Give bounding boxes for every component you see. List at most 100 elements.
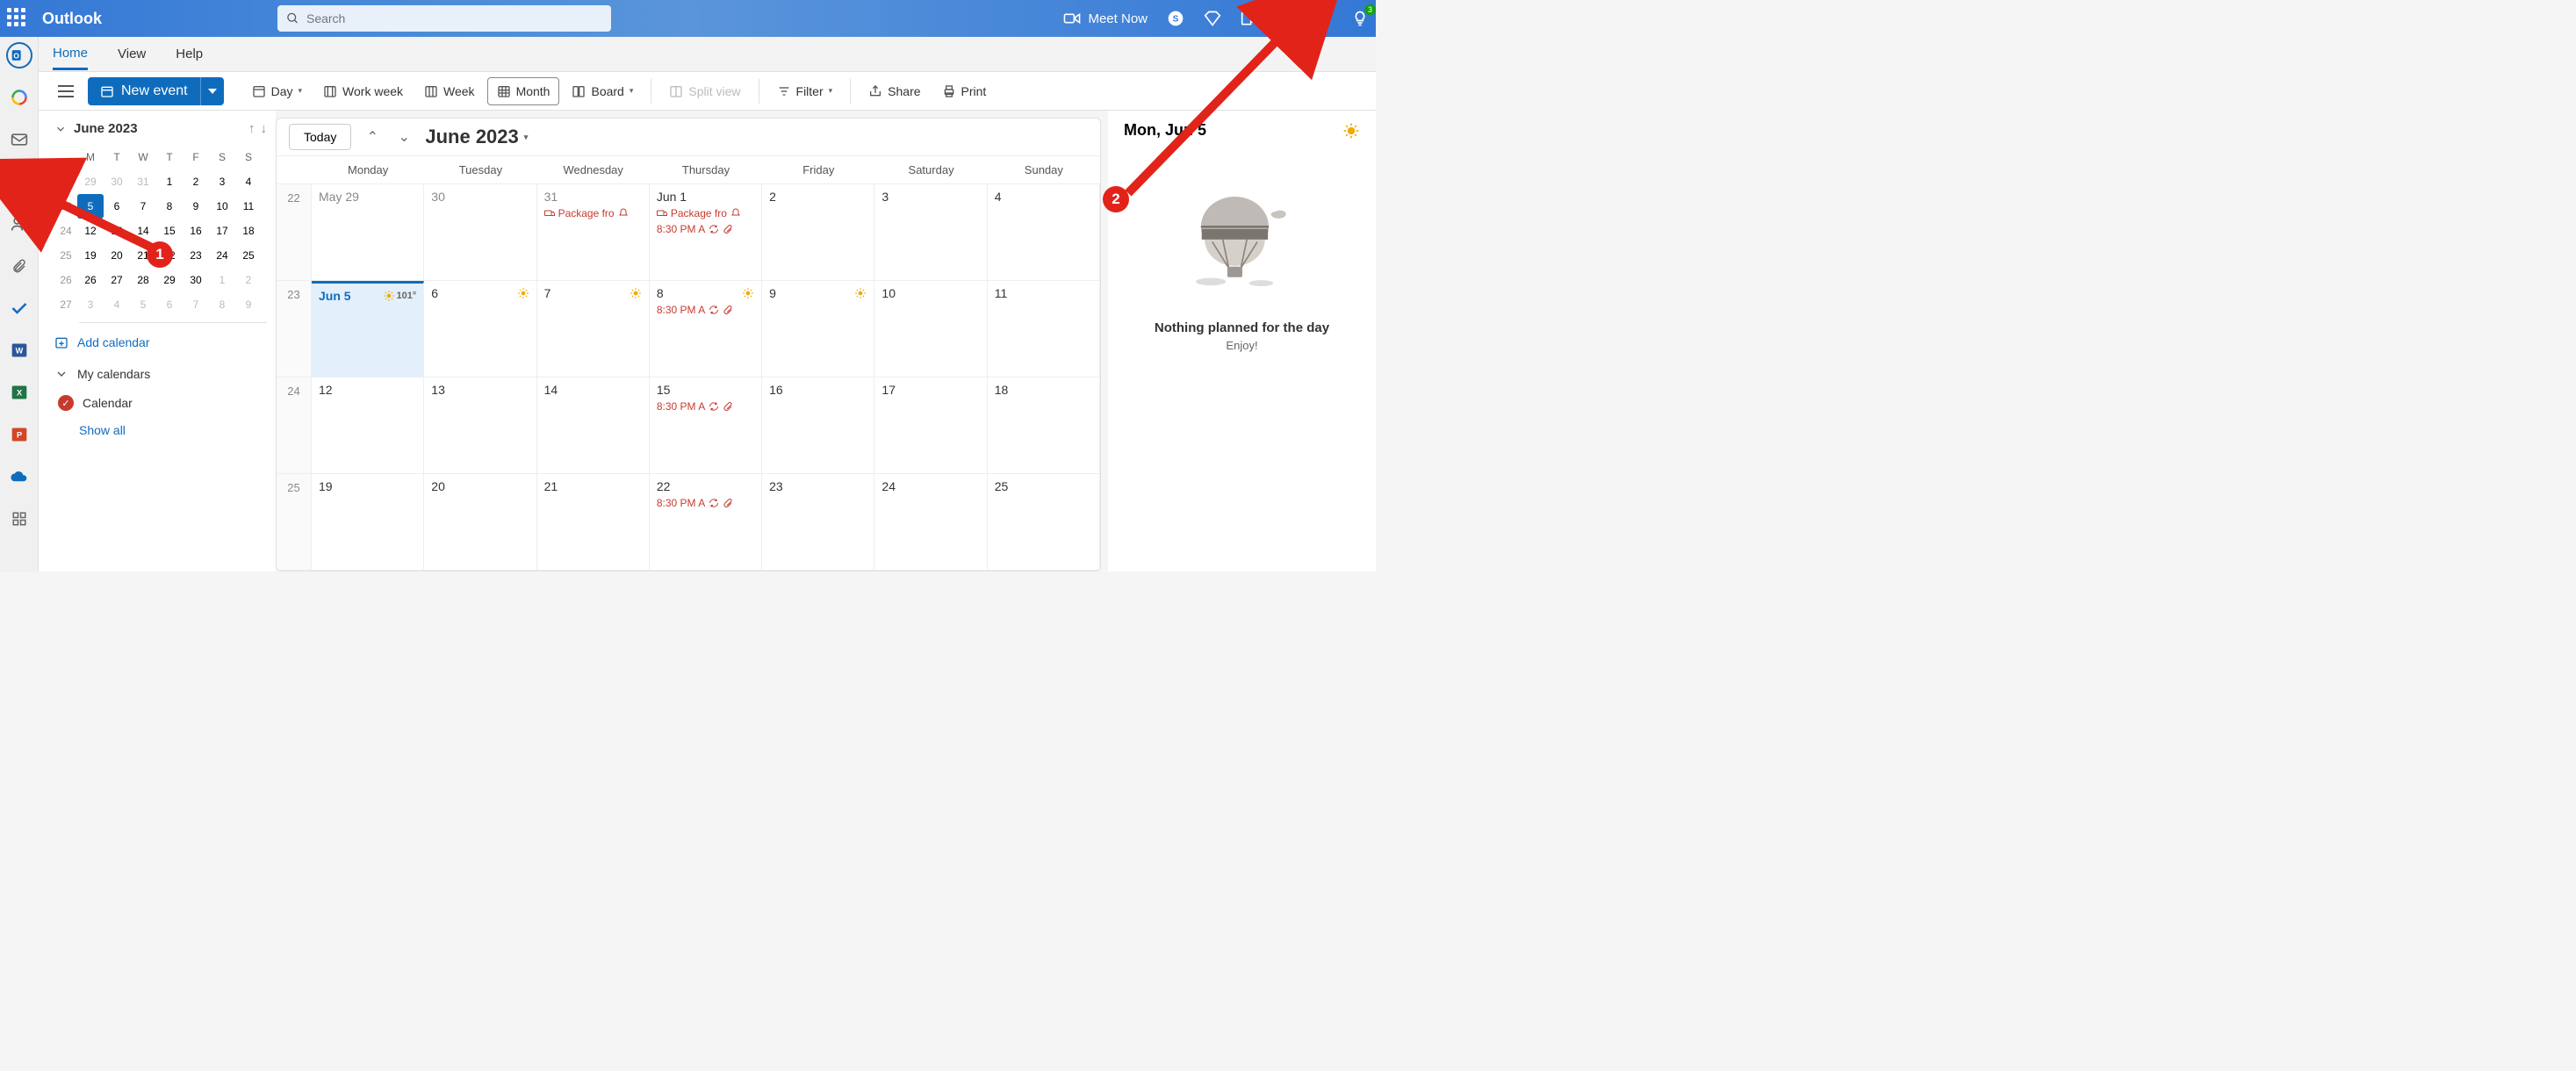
mini-cal-day[interactable]: 2	[183, 169, 209, 194]
mini-cal-day[interactable]: 6	[104, 194, 130, 219]
mini-cal-day[interactable]: 7	[183, 292, 209, 317]
settings-icon[interactable]	[1314, 10, 1332, 27]
calendar-day-cell[interactable]: May 29	[312, 184, 424, 281]
mini-cal-day[interactable]: 3	[209, 169, 235, 194]
add-calendar-button[interactable]: Add calendar	[54, 327, 267, 358]
mini-cal-day[interactable]: 8	[156, 194, 183, 219]
calendar-event[interactable]: 8:30 PM A	[657, 223, 754, 235]
mini-cal-day[interactable]: 8	[209, 292, 235, 317]
calendar-grid[interactable]: 22May 293031Package froJun 1Package fro8…	[277, 184, 1100, 571]
cal-title[interactable]: June 2023▾	[425, 126, 528, 148]
view-board-button[interactable]: Board▾	[563, 77, 642, 105]
calendar-day-cell[interactable]: 158:30 PM A	[650, 377, 762, 474]
tab-help[interactable]: Help	[176, 40, 203, 68]
calendar-event[interactable]: 8:30 PM A	[657, 304, 754, 316]
calendar-day-cell[interactable]: 6	[424, 281, 536, 377]
mini-cal-day[interactable]: 1	[156, 169, 183, 194]
tab-home[interactable]: Home	[53, 39, 88, 70]
app-launcher-icon[interactable]	[7, 8, 28, 29]
rail-calendar-icon[interactable]	[6, 169, 32, 195]
mini-cal-day[interactable]: 2	[235, 268, 262, 292]
mini-cal-day[interactable]: 14	[130, 219, 156, 243]
calendar-event[interactable]: 8:30 PM A	[657, 497, 754, 509]
mini-cal-day[interactable]: 5	[77, 194, 104, 219]
mini-cal-day[interactable]: 28	[130, 268, 156, 292]
rail-excel-icon[interactable]: X	[6, 379, 32, 406]
calendar-day-cell[interactable]: 17	[874, 377, 987, 474]
tab-view[interactable]: View	[118, 40, 146, 68]
mini-cal-day[interactable]: 25	[235, 243, 262, 268]
mini-cal-day[interactable]: 24	[209, 243, 235, 268]
mini-cal-day[interactable]: 21	[130, 243, 156, 268]
cal-prev-button[interactable]: ⌃	[362, 126, 383, 147]
view-day-button[interactable]: Day▾	[243, 77, 311, 105]
mini-cal-day[interactable]: 29	[77, 169, 104, 194]
mini-cal-day[interactable]: 1	[209, 268, 235, 292]
calendar-day-cell[interactable]: 20	[424, 474, 536, 571]
mini-cal-day[interactable]: 3	[77, 292, 104, 317]
mini-cal-day[interactable]: 23	[183, 243, 209, 268]
calendar-day-cell[interactable]: 16	[762, 377, 874, 474]
mini-cal-day[interactable]: 17	[209, 219, 235, 243]
mini-cal-day[interactable]: 16	[183, 219, 209, 243]
calendar-day-cell[interactable]: 2	[762, 184, 874, 281]
rail-word-icon[interactable]: W	[6, 337, 32, 363]
calendar-day-cell[interactable]: 25	[988, 474, 1100, 571]
teams-icon[interactable]	[1241, 10, 1258, 27]
calendar-day-cell[interactable]: 14	[537, 377, 650, 474]
mini-cal-day[interactable]: 6	[156, 292, 183, 317]
mini-cal-day[interactable]: 13	[104, 219, 130, 243]
calendar-day-cell[interactable]: Jun 5101°	[312, 281, 424, 377]
show-all-link[interactable]: Show all	[54, 416, 267, 437]
calendar-event[interactable]: Package fro	[657, 207, 754, 219]
calendar-day-cell[interactable]: 10	[874, 281, 987, 377]
calendar-day-cell[interactable]: 88:30 PM A	[650, 281, 762, 377]
calendar-day-cell[interactable]: 12	[312, 377, 424, 474]
mini-cal-day[interactable]: 20	[104, 243, 130, 268]
my-calendars-section[interactable]: My calendars	[54, 358, 267, 390]
chevron-down-icon[interactable]	[54, 123, 67, 135]
calendar-check-icon[interactable]	[58, 395, 74, 411]
mini-cal-day[interactable]: 26	[77, 268, 104, 292]
mini-cal-day[interactable]: 30	[183, 268, 209, 292]
meet-now-button[interactable]: Meet Now	[1063, 11, 1148, 26]
mini-cal-day[interactable]: 4	[104, 292, 130, 317]
mini-cal-day[interactable]: 27	[104, 268, 130, 292]
calendar-day-cell[interactable]: Jun 1Package fro8:30 PM A	[650, 184, 762, 281]
mini-cal-day[interactable]: 9	[183, 194, 209, 219]
mini-cal-day[interactable]: 4	[235, 169, 262, 194]
mini-cal-day[interactable]: 31	[130, 169, 156, 194]
mini-cal-day[interactable]: 11	[235, 194, 262, 219]
calendar-day-cell[interactable]: 21	[537, 474, 650, 571]
new-event-button[interactable]: New event	[88, 77, 224, 105]
calendar-day-cell[interactable]: 18	[988, 377, 1100, 474]
mini-cal-day[interactable]: 19	[77, 243, 104, 268]
calendar-day-cell[interactable]: 13	[424, 377, 536, 474]
rail-mail-icon[interactable]	[6, 126, 32, 153]
calendar-day-cell[interactable]: 23	[762, 474, 874, 571]
calendar-day-cell[interactable]: 31Package fro	[537, 184, 650, 281]
mini-cal-day[interactable]: 5	[130, 292, 156, 317]
mini-cal-next[interactable]: ↓	[261, 121, 268, 136]
new-event-dropdown[interactable]	[200, 77, 224, 105]
calendar-event[interactable]: Package fro	[544, 207, 642, 219]
view-month-button[interactable]: Month	[487, 77, 560, 105]
rail-powerpoint-icon[interactable]: P	[6, 421, 32, 448]
rail-outlook-icon[interactable]: O	[6, 42, 32, 68]
premium-icon[interactable]	[1204, 10, 1221, 27]
rail-more-apps-icon[interactable]	[6, 506, 32, 532]
filter-button[interactable]: Filter▾	[768, 77, 842, 105]
mini-cal-day[interactable]: 22	[156, 243, 183, 268]
print-button[interactable]: Print	[933, 77, 996, 105]
calendar-item[interactable]: Calendar	[54, 390, 267, 416]
mini-cal-day[interactable]: 15	[156, 219, 183, 243]
rail-onedrive-icon[interactable]	[6, 464, 32, 490]
share-button[interactable]: Share	[860, 77, 929, 105]
calendar-day-cell[interactable]: 4	[988, 184, 1100, 281]
tips-icon[interactable]: 3	[1351, 10, 1369, 27]
rail-google-icon[interactable]	[6, 84, 32, 111]
calendar-day-cell[interactable]: 19	[312, 474, 424, 571]
mini-calendar[interactable]: MTWTFSS222930311234235678910112412131415…	[54, 145, 267, 317]
skype-icon[interactable]: S	[1167, 10, 1184, 27]
search-input[interactable]	[306, 11, 602, 25]
